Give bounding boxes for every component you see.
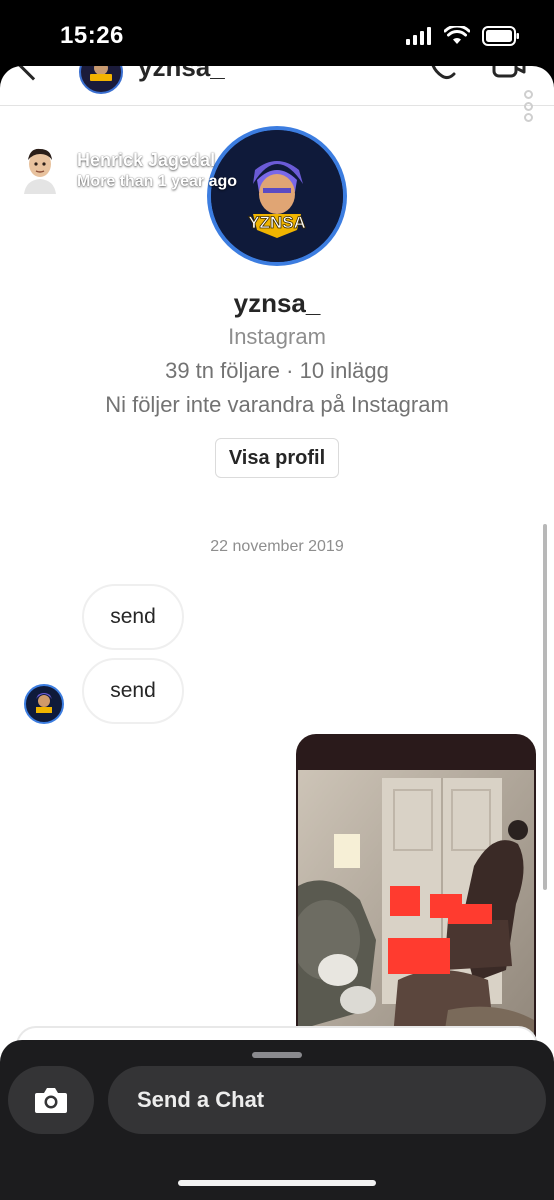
profile-stats: 39 tn följare · 10 inlägg bbox=[165, 358, 389, 383]
redaction-box bbox=[388, 938, 450, 974]
send-a-chat-input[interactable]: Send a Chat bbox=[108, 1066, 546, 1134]
message-bubble[interactable]: send bbox=[82, 584, 184, 650]
back-arrow-icon[interactable] bbox=[17, 66, 49, 81]
view-profile-button[interactable]: Visa profil bbox=[215, 438, 339, 478]
redacted-photo bbox=[298, 770, 534, 1066]
shared-media-card[interactable] bbox=[296, 734, 536, 1066]
profile-platform: Instagram bbox=[228, 324, 326, 349]
bitmoji-avatar[interactable] bbox=[20, 146, 60, 194]
battery-icon bbox=[482, 26, 519, 46]
camera-button[interactable] bbox=[8, 1066, 94, 1134]
phone-call-icon[interactable] bbox=[428, 66, 456, 80]
drag-handle[interactable] bbox=[252, 1052, 302, 1058]
message-bubble[interactable]: send bbox=[82, 658, 184, 724]
instagram-chat-screen: yznsa_ YZNSA yznsa_ Instagram 39 tn följ… bbox=[0, 66, 554, 1066]
story-sender-name[interactable]: Henrick Jagedal bbox=[77, 150, 215, 171]
story-timestamp: More than 1 year ago bbox=[77, 173, 238, 190]
follow-relation-text: Ni följer inte varandra på Instagram bbox=[105, 392, 449, 417]
snap-story-header: Henrick Jagedal More than 1 year ago bbox=[20, 146, 280, 196]
camera-icon bbox=[35, 1088, 67, 1113]
chat-input-placeholder: Send a Chat bbox=[137, 1087, 265, 1112]
logo-text: YZNSA bbox=[248, 213, 306, 232]
status-time: 15:26 bbox=[60, 22, 124, 49]
header-username[interactable]: yznsa_ bbox=[138, 66, 225, 83]
header-avatar[interactable] bbox=[79, 66, 123, 94]
snap-reply-panel: Send a Chat bbox=[0, 1040, 554, 1200]
home-indicator[interactable] bbox=[178, 1180, 376, 1186]
date-divider: 22 november 2019 bbox=[210, 538, 344, 555]
wifi-icon bbox=[444, 26, 470, 44]
sender-avatar[interactable] bbox=[24, 684, 64, 724]
redaction-box bbox=[448, 904, 492, 924]
status-bar: 15:26 bbox=[0, 0, 554, 72]
instagram-chat-header: yznsa_ bbox=[0, 66, 554, 106]
status-icons bbox=[406, 26, 520, 46]
cellular-signal-icon bbox=[406, 27, 431, 45]
redaction-box bbox=[390, 886, 420, 916]
video-call-icon[interactable] bbox=[492, 66, 526, 80]
more-options-icon[interactable] bbox=[524, 90, 534, 122]
profile-username: yznsa_ bbox=[233, 288, 321, 318]
scrollbar[interactable] bbox=[543, 524, 547, 890]
